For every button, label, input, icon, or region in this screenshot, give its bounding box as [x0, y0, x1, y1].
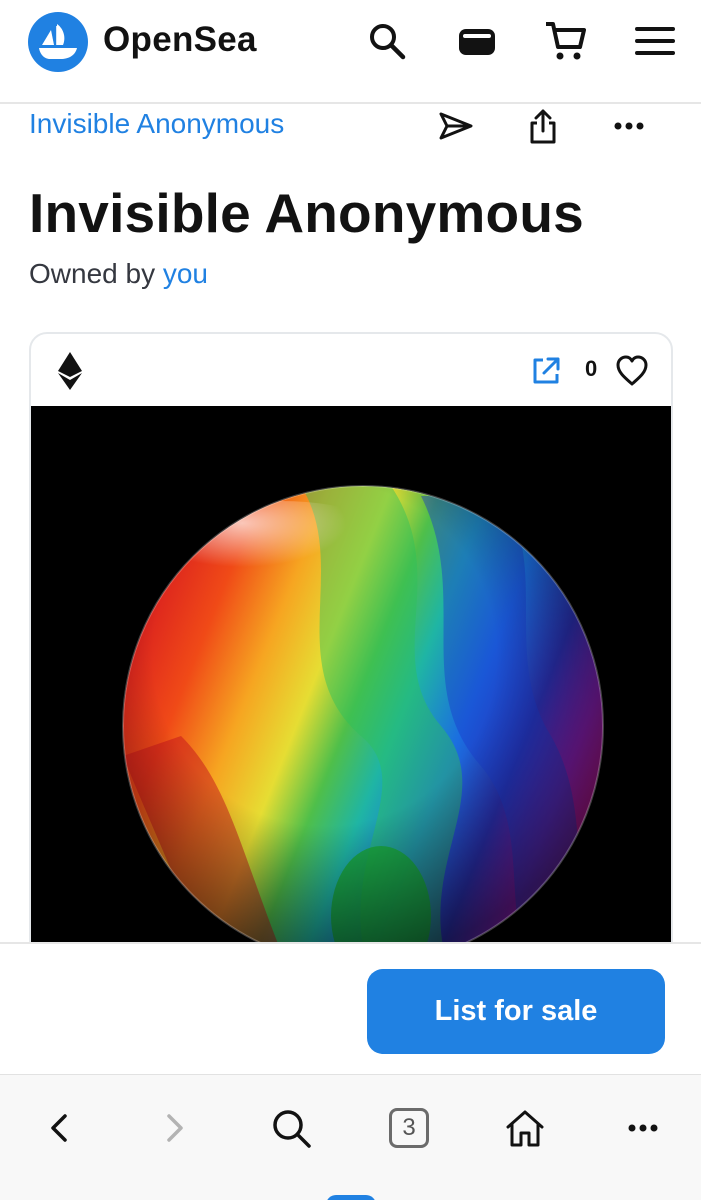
- back-icon[interactable]: [34, 1103, 84, 1153]
- browser-toolbar: 3: [0, 1074, 701, 1200]
- more-icon[interactable]: [607, 104, 651, 148]
- heart-icon[interactable]: [615, 354, 649, 388]
- owned-by-label: Owned by: [29, 258, 156, 289]
- favorites-count: 0: [585, 356, 598, 381]
- send-icon[interactable]: [434, 104, 478, 148]
- menu-icon[interactable]: [630, 16, 680, 66]
- tabs-icon[interactable]: 3: [384, 1103, 434, 1153]
- item-title: Invisible Anonymous: [29, 182, 584, 244]
- home-indicator: [326, 1195, 376, 1200]
- share-icon[interactable]: [521, 104, 565, 148]
- card-header: 0: [31, 334, 671, 408]
- nft-image[interactable]: [31, 406, 671, 970]
- collection-link[interactable]: Invisible Anonymous: [29, 108, 284, 140]
- forward-icon[interactable]: [150, 1103, 200, 1153]
- wallet-icon[interactable]: [452, 16, 502, 66]
- tab-count: 3: [389, 1108, 429, 1148]
- brand-name[interactable]: OpenSea: [103, 20, 257, 60]
- cart-icon[interactable]: [540, 16, 590, 66]
- more-icon[interactable]: [618, 1103, 668, 1153]
- owner-link[interactable]: you: [163, 258, 208, 289]
- external-link-icon[interactable]: [531, 356, 561, 386]
- list-for-sale-button[interactable]: List for sale: [367, 969, 665, 1054]
- item-card: 0: [29, 332, 673, 972]
- search-icon[interactable]: [362, 16, 412, 66]
- rainbow-sphere-artwork: [31, 406, 671, 970]
- search-icon[interactable]: [266, 1103, 316, 1153]
- sale-action-bar: List for sale: [0, 942, 701, 1076]
- ethereum-icon: [58, 352, 82, 390]
- home-icon[interactable]: [500, 1103, 550, 1153]
- site-header: OpenSea: [0, 0, 701, 104]
- opensea-logo[interactable]: [28, 12, 88, 72]
- owner-line: Owned by you: [29, 258, 208, 290]
